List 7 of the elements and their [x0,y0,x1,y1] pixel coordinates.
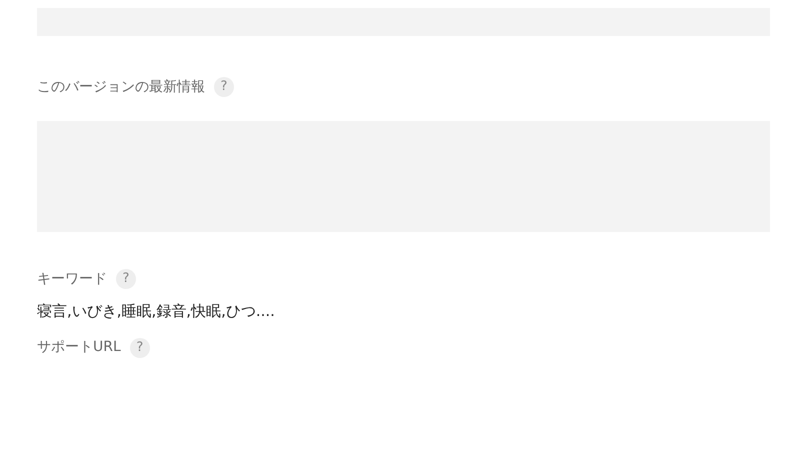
field-label: このバージョンの最新情報 [37,78,205,96]
field-label: サポートURL [37,338,121,357]
keyword-text: 寝言,いびき,睡眠,録音,快眠,ひつ.... [37,301,276,322]
help-icon[interactable]: ? [130,338,150,358]
help-icon[interactable]: ? [116,269,136,289]
help-icon[interactable]: ? [214,77,234,97]
field-label: キーワード [37,270,107,288]
